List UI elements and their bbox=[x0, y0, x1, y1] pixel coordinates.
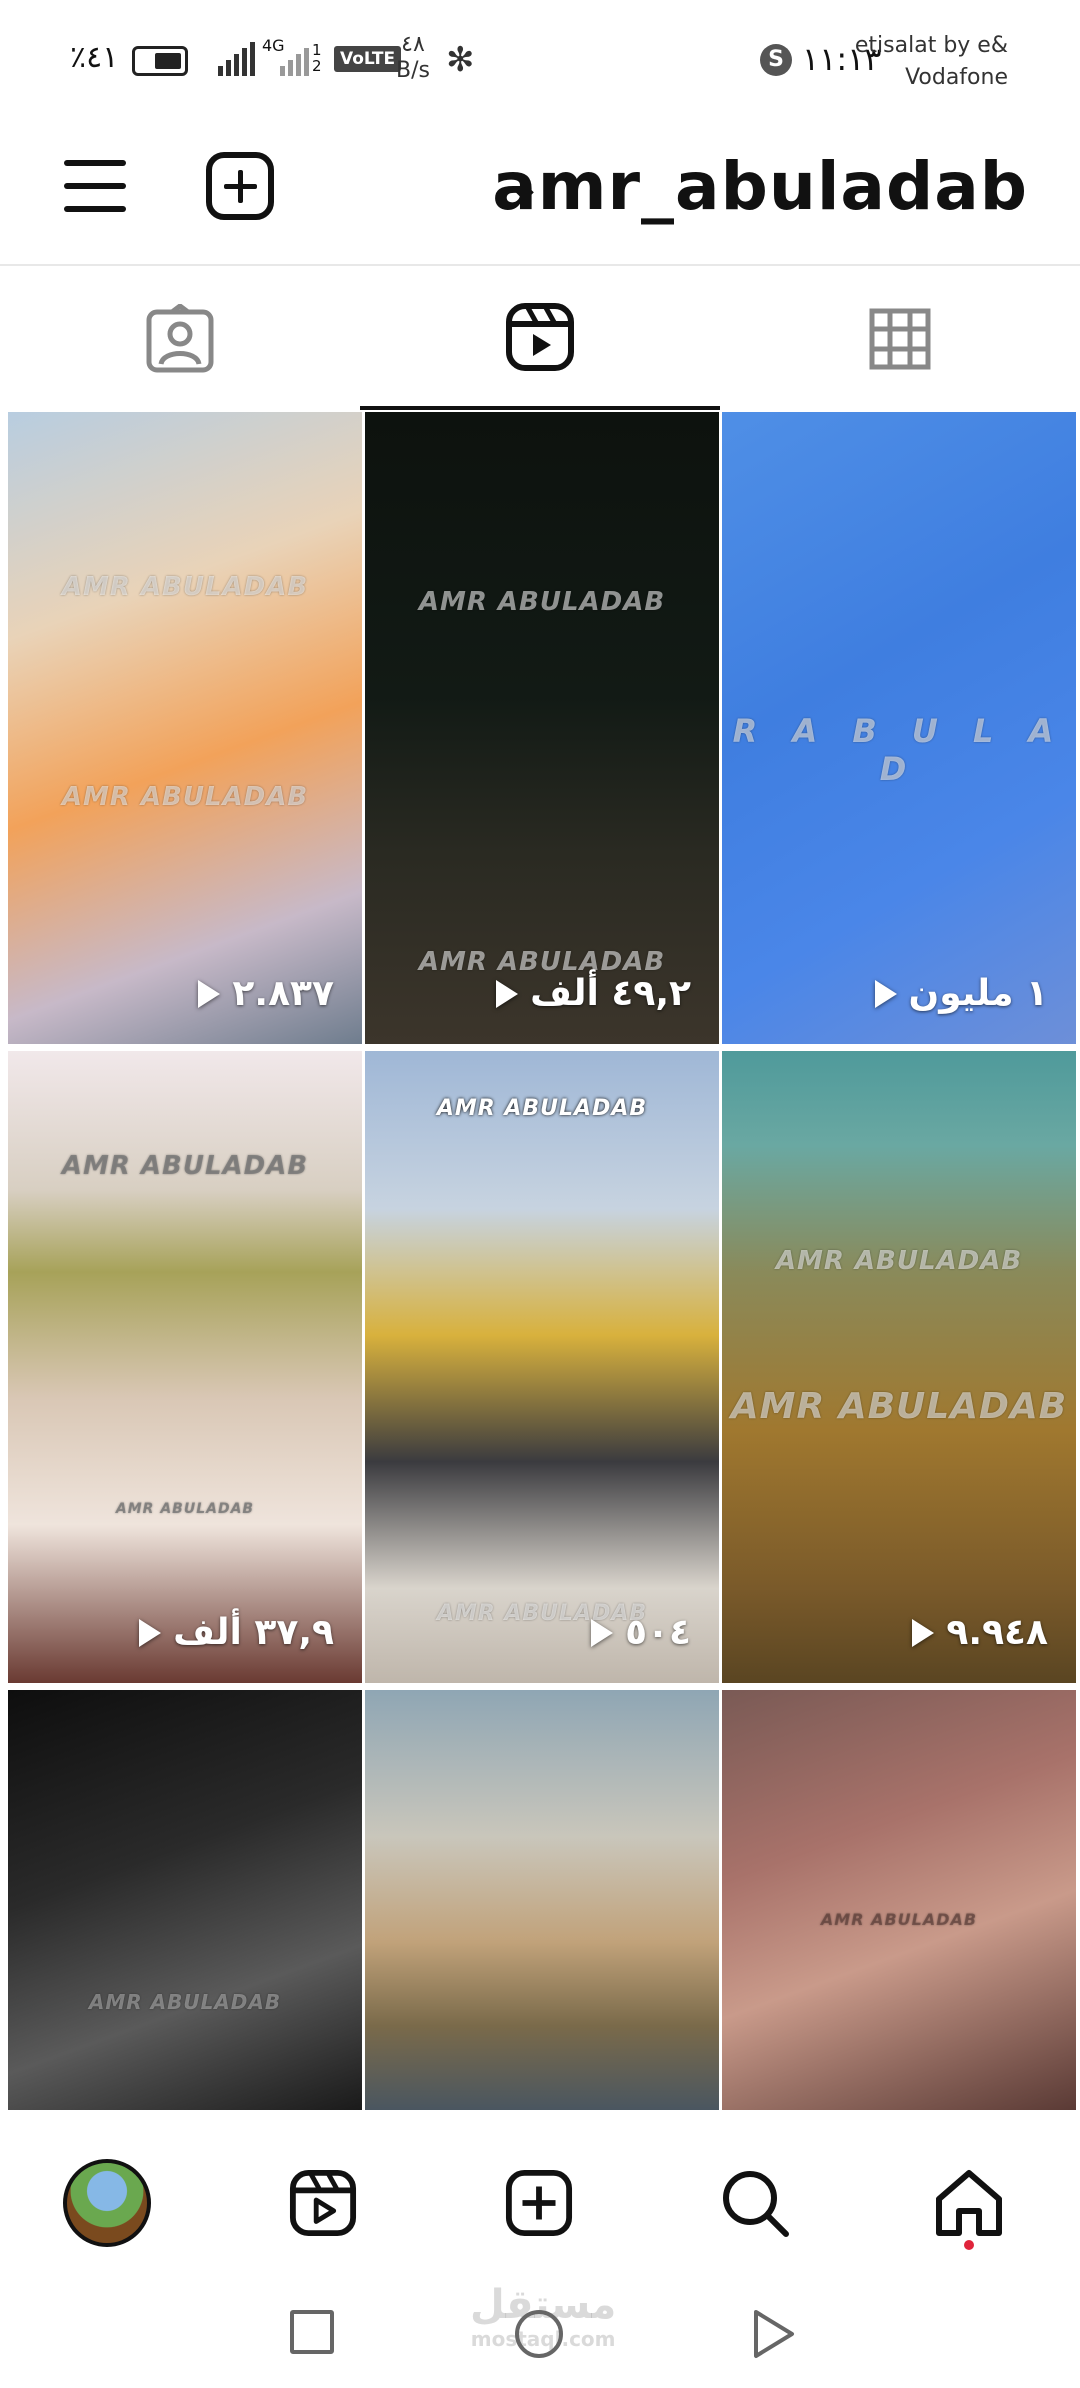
recents-icon[interactable] bbox=[290, 2310, 334, 2354]
reel-tile[interactable]: AMR ABULADAB AMR ABULADAB ٣٧,٩ ألف bbox=[8, 1051, 362, 1683]
reels-icon bbox=[289, 2169, 357, 2237]
play-icon bbox=[496, 979, 519, 1008]
net-speed: ٤٨ B/s bbox=[396, 32, 430, 83]
play-icon bbox=[912, 1618, 935, 1647]
nav-create[interactable] bbox=[494, 2158, 584, 2248]
profile-tabs bbox=[0, 268, 1080, 410]
nav-home[interactable] bbox=[924, 2158, 1014, 2248]
reel-tile[interactable]: AMR ABULADAB AMR ABULADAB ٩.٩٤٨ bbox=[722, 1051, 1076, 1683]
volte-badge: VoLTE bbox=[334, 46, 402, 72]
battery-percent: ٪٤١ bbox=[70, 40, 119, 75]
nav-reels[interactable] bbox=[278, 2158, 368, 2248]
signal-icon-2 bbox=[280, 48, 309, 76]
reel-tile[interactable]: AMR ABULADAB bbox=[8, 1690, 362, 2110]
play-count: ٤٩,٢ ألف bbox=[496, 973, 691, 1014]
profile-header: ⌄ amr_abuladab bbox=[0, 120, 1080, 266]
nav-profile[interactable] bbox=[62, 2158, 152, 2248]
reel-tile[interactable] bbox=[365, 1690, 719, 2110]
reels-icon bbox=[506, 303, 574, 371]
play-count: ٢.٨٣٧ bbox=[198, 973, 334, 1014]
play-count: ١ مليون bbox=[874, 973, 1048, 1014]
username[interactable]: amr_abuladab bbox=[492, 148, 1028, 225]
play-icon bbox=[198, 979, 221, 1008]
reel-tile[interactable]: AMR ABULADAB AMR ABULADAB ٤٩,٢ ألف bbox=[365, 412, 719, 1044]
reel-tile[interactable]: R A B U L A D ١ مليون bbox=[722, 412, 1076, 1044]
play-icon bbox=[591, 1618, 614, 1647]
notification-dot bbox=[964, 2240, 974, 2250]
reel-tile[interactable]: AMR ABULADAB AMR ABULADAB ٥٠٤ bbox=[365, 1051, 719, 1683]
sim-s-icon: S bbox=[760, 44, 792, 76]
system-nav: مستقل mostaql.com bbox=[0, 2280, 1080, 2388]
play-count: ٩.٩٤٨ bbox=[912, 1612, 1048, 1653]
play-count: ٥٠٤ bbox=[591, 1612, 691, 1653]
battery-icon bbox=[132, 46, 188, 76]
tab-tagged[interactable] bbox=[0, 268, 360, 410]
status-bar: ٪٤١ 4G 1 2 VoLTE ٤٨ B/s ✻ S ١١:١٣ etisal… bbox=[0, 0, 1080, 120]
home-icon bbox=[936, 2170, 1002, 2236]
search-icon bbox=[723, 2171, 789, 2237]
signal-icon bbox=[218, 42, 255, 76]
reel-tile[interactable]: AMR ABULADAB AMR ABULADAB ٢.٨٣٧ bbox=[8, 412, 362, 1044]
tagged-person-icon bbox=[146, 304, 214, 373]
play-icon bbox=[874, 979, 897, 1008]
play-icon bbox=[139, 1618, 162, 1647]
carrier: etisalat by e& Vodafone bbox=[854, 33, 1008, 90]
create-post-icon[interactable] bbox=[206, 152, 274, 220]
home-button-icon[interactable] bbox=[515, 2310, 563, 2358]
nav-search[interactable] bbox=[710, 2158, 800, 2248]
back-icon[interactable] bbox=[752, 2308, 796, 2360]
grid-icon bbox=[869, 308, 931, 370]
reel-tile[interactable]: AMR ABULADAB bbox=[722, 1690, 1076, 2110]
tab-posts[interactable] bbox=[720, 268, 1080, 410]
bluetooth-icon: ✻ bbox=[446, 40, 475, 80]
sim-slots: 1 2 bbox=[312, 41, 322, 75]
bottom-nav bbox=[0, 2128, 1080, 2278]
avatar bbox=[63, 2159, 151, 2247]
tab-reels[interactable] bbox=[360, 268, 720, 410]
menu-icon[interactable] bbox=[64, 156, 126, 216]
play-count: ٣٧,٩ ألف bbox=[139, 1612, 334, 1653]
add-icon bbox=[505, 2169, 573, 2237]
